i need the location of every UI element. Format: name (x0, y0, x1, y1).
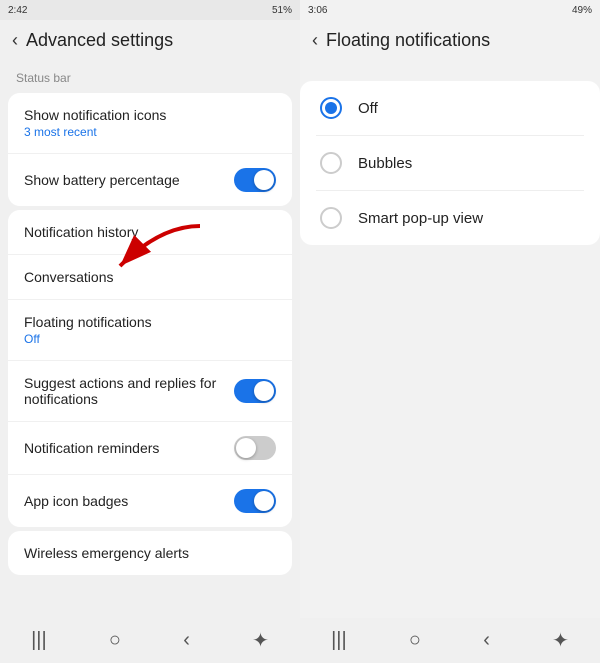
notification-reminders-toggle[interactable] (234, 436, 276, 460)
notification-history-text: Notification history (24, 224, 276, 240)
left-content-wrap: Status bar Show notification icons 3 mos… (0, 61, 300, 618)
conversations-name: Conversations (24, 269, 276, 285)
notification-icons-text: Show notification icons 3 most recent (24, 107, 276, 139)
status-bar-section-label: Status bar (0, 61, 300, 89)
left-status-bar: 2:42 51% (0, 0, 300, 20)
radio-off-circle (320, 97, 342, 119)
app-icon-badges-toggle[interactable] (234, 489, 276, 513)
radio-bubbles-label: Bubbles (358, 155, 412, 172)
wireless-emergency-text: Wireless emergency alerts (24, 545, 276, 561)
battery-percentage-thumb (254, 170, 274, 190)
left-nav-bar: ||| ○ ‹ ✦ (0, 618, 300, 663)
nav-back-left[interactable]: ‹ (183, 629, 190, 652)
app-icon-badges-name: App icon badges (24, 493, 234, 509)
right-time: 3:06 (308, 5, 327, 16)
radio-off-label: Off (358, 100, 378, 117)
notification-history-row[interactable]: Notification history (8, 210, 292, 255)
emergency-card: Wireless emergency alerts (8, 531, 292, 575)
right-top-bar: ‹ Floating notifications (300, 20, 600, 61)
floating-notifications-name: Floating notifications (24, 314, 276, 330)
app-icon-badges-thumb (254, 491, 274, 511)
radio-smart-popup-label: Smart pop-up view (358, 210, 483, 227)
notification-reminders-row[interactable]: Notification reminders (8, 422, 292, 475)
floating-notifications-row[interactable]: Floating notifications Off (8, 300, 292, 361)
radio-smart-popup-circle (320, 207, 342, 229)
battery-left: 51% (272, 5, 292, 16)
back-button-left[interactable]: ‹ (12, 30, 18, 51)
status-bar-right: 51% (272, 5, 292, 16)
nav-apps-right[interactable]: ✦ (552, 628, 569, 653)
floating-notifications-sub: Off (24, 332, 276, 346)
nav-home-left[interactable]: ○ (109, 629, 121, 652)
notification-icons-sub: 3 most recent (24, 125, 276, 139)
right-nav-bar: ||| ○ ‹ ✦ (300, 618, 600, 663)
nav-home-right[interactable]: ○ (409, 629, 421, 652)
radio-off-option[interactable]: Off (300, 81, 600, 135)
nav-menu-left[interactable]: ||| (31, 629, 47, 652)
left-panel: 2:42 51% ‹ Advanced settings Status bar … (0, 0, 300, 663)
notification-icons-name: Show notification icons (24, 107, 276, 123)
radio-bubbles-option[interactable]: Bubbles (300, 136, 600, 190)
battery-percentage-toggle[interactable] (234, 168, 276, 192)
status-bar-card: Show notification icons 3 most recent Sh… (8, 93, 292, 206)
suggest-actions-thumb (254, 381, 274, 401)
wireless-emergency-name: Wireless emergency alerts (24, 545, 276, 561)
nav-menu-right[interactable]: ||| (331, 629, 347, 652)
conversations-row[interactable]: Conversations (8, 255, 292, 300)
radio-bubbles-circle (320, 152, 342, 174)
time-left: 2:42 (8, 5, 27, 16)
radio-off-inner (325, 102, 337, 114)
back-button-right[interactable]: ‹ (312, 30, 318, 51)
battery-percentage-text: Show battery percentage (24, 172, 234, 188)
radio-smart-popup-option[interactable]: Smart pop-up view (300, 191, 600, 245)
status-bar-left: 2:42 (8, 5, 27, 16)
app-icon-badges-row[interactable]: App icon badges (8, 475, 292, 527)
battery-percentage-row[interactable]: Show battery percentage (8, 154, 292, 206)
suggest-actions-name: Suggest actions and replies for notifica… (24, 375, 234, 407)
left-top-bar: ‹ Advanced settings (0, 20, 300, 61)
nav-apps-left[interactable]: ✦ (252, 628, 269, 653)
notification-history-name: Notification history (24, 224, 276, 240)
notifications-card: Notification history Conversations Float… (8, 210, 292, 527)
left-page-title: Advanced settings (26, 30, 173, 51)
right-battery: 49% (572, 5, 592, 16)
conversations-text: Conversations (24, 269, 276, 285)
battery-percentage-name: Show battery percentage (24, 172, 234, 188)
right-status-bar: 3:06 49% (300, 0, 600, 20)
notification-reminders-thumb (236, 438, 256, 458)
app-icon-badges-text: App icon badges (24, 493, 234, 509)
wireless-emergency-row[interactable]: Wireless emergency alerts (8, 531, 292, 575)
notification-reminders-name: Notification reminders (24, 440, 234, 456)
suggest-actions-text: Suggest actions and replies for notifica… (24, 375, 234, 407)
right-page-title: Floating notifications (326, 30, 490, 51)
radio-options-card: Off Bubbles Smart pop-up view (300, 81, 600, 245)
suggest-actions-toggle[interactable] (234, 379, 276, 403)
notification-icons-row[interactable]: Show notification icons 3 most recent (8, 93, 292, 154)
floating-notifications-text: Floating notifications Off (24, 314, 276, 346)
notification-reminders-text: Notification reminders (24, 440, 234, 456)
right-panel: 3:06 49% ‹ Floating notifications Off Bu… (300, 0, 600, 663)
nav-back-right[interactable]: ‹ (483, 629, 490, 652)
suggest-actions-row[interactable]: Suggest actions and replies for notifica… (8, 361, 292, 422)
